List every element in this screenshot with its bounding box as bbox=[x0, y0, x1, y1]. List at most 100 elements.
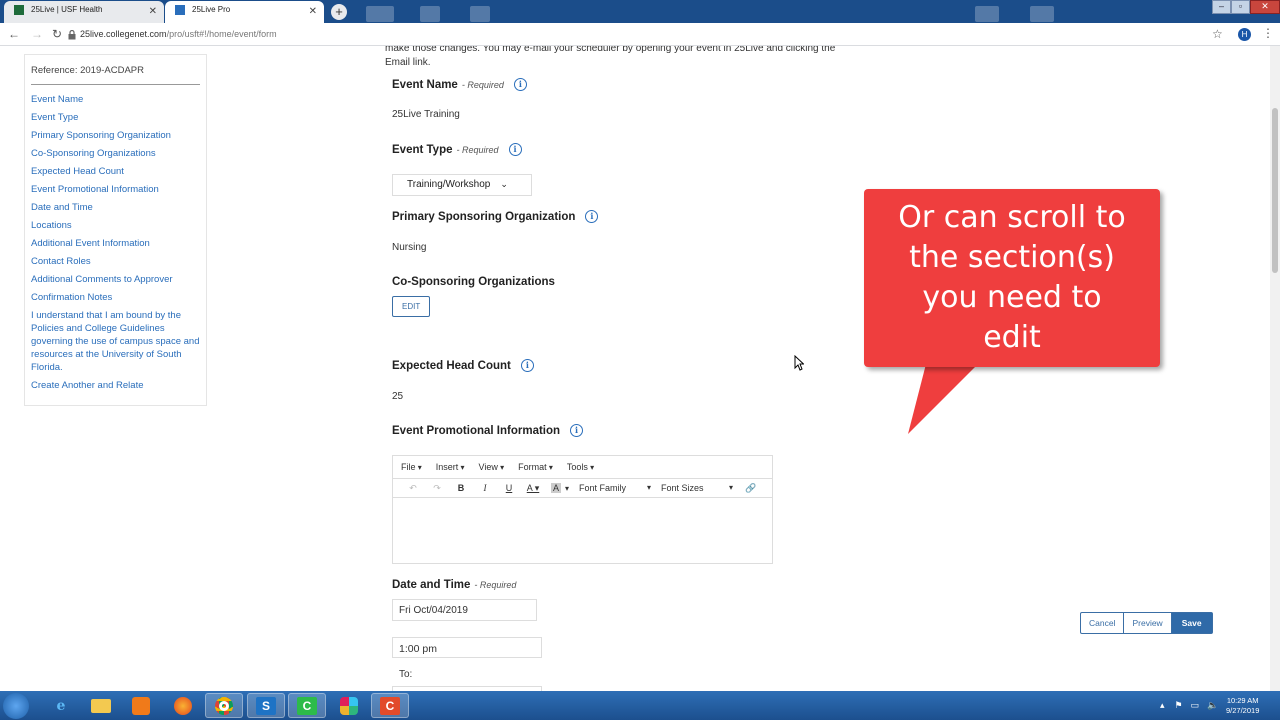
network-icon[interactable]: ▭ bbox=[1191, 700, 1200, 711]
edit-co-sponsoring-button[interactable]: EDIT bbox=[392, 296, 431, 317]
show-hidden-icons-icon[interactable]: ▴ bbox=[1160, 700, 1165, 711]
scrollbar-thumb[interactable] bbox=[1272, 108, 1278, 273]
file-explorer-icon[interactable] bbox=[82, 693, 120, 718]
ie-icon[interactable]: e bbox=[42, 693, 80, 718]
font-family-select[interactable]: Font Family bbox=[579, 483, 651, 493]
info-icon[interactable]: i bbox=[570, 424, 584, 437]
sidebar-item-create-another[interactable]: Create Another and Relate bbox=[31, 379, 200, 392]
page-scrollbar[interactable] bbox=[1270, 46, 1280, 691]
sidebar-item-additional-info[interactable]: Additional Event Information bbox=[31, 237, 200, 250]
sidebar-item-event-name[interactable]: Event Name bbox=[31, 93, 200, 106]
minimize-icon[interactable]: – bbox=[1212, 0, 1231, 14]
back-icon[interactable]: ← bbox=[8, 27, 20, 41]
sidebar-item-co-sponsoring[interactable]: Co-Sponsoring Organizations bbox=[31, 147, 200, 160]
sidebar-item-head-count[interactable]: Expected Head Count bbox=[31, 165, 200, 178]
menu-view[interactable]: View bbox=[479, 462, 505, 472]
promo-info-label: Event Promotional Information i bbox=[392, 424, 584, 437]
required-marker: - Required bbox=[461, 79, 504, 90]
head-count-value[interactable]: 25 bbox=[392, 391, 403, 402]
event-name-value[interactable]: 25Live Training bbox=[392, 109, 460, 120]
bookmark-star-icon[interactable]: ☆ bbox=[1212, 27, 1223, 41]
chevron-down-icon: ⌄ bbox=[500, 179, 508, 189]
label-text: Expected Head Count bbox=[392, 359, 511, 372]
info-icon[interactable]: i bbox=[508, 143, 522, 156]
italic-icon[interactable]: I bbox=[473, 483, 497, 493]
sidebar-item-confirmation[interactable]: Confirmation Notes bbox=[31, 291, 200, 304]
undo-icon[interactable]: ↶ bbox=[401, 483, 425, 494]
chrome-icon[interactable] bbox=[205, 693, 243, 718]
date-input[interactable]: Fri Oct/04/2019 bbox=[392, 599, 537, 621]
menu-format[interactable]: Format bbox=[518, 462, 553, 472]
maximize-icon[interactable]: ▫ bbox=[1231, 0, 1250, 14]
new-tab-button[interactable]: + bbox=[331, 4, 347, 20]
label-text: Event Name bbox=[392, 78, 458, 91]
forward-icon[interactable]: → bbox=[31, 27, 43, 41]
menu-kebab-icon[interactable]: ⋮ bbox=[1262, 26, 1274, 40]
info-icon[interactable]: i bbox=[513, 78, 527, 91]
reference-label: Reference: 2019-ACDAPR bbox=[31, 65, 200, 85]
save-button[interactable]: Save bbox=[1171, 613, 1212, 633]
editor-content-area[interactable] bbox=[393, 498, 772, 564]
primary-org-value[interactable]: Nursing bbox=[392, 242, 426, 253]
sidebar-item-comments[interactable]: Additional Comments to Approver bbox=[31, 273, 200, 286]
tab-title: 25Live Pro bbox=[192, 5, 231, 14]
underline-icon[interactable]: U bbox=[497, 483, 521, 493]
info-icon[interactable]: i bbox=[585, 210, 599, 223]
sidebar-item-primary-org[interactable]: Primary Sponsoring Organization bbox=[31, 129, 200, 142]
flag-icon[interactable]: ⚑ bbox=[1175, 700, 1183, 711]
close-window-icon[interactable]: ✕ bbox=[1250, 0, 1280, 14]
url-host: 25live.collegenet.com bbox=[80, 29, 167, 39]
tab-25live-pro[interactable]: 25Live Pro ✕ bbox=[165, 1, 324, 23]
menu-file[interactable]: File bbox=[401, 462, 422, 472]
sidebar-item-contact-roles[interactable]: Contact Roles bbox=[31, 255, 200, 268]
close-tab-icon[interactable]: ✕ bbox=[309, 6, 317, 17]
desktop-icon bbox=[366, 6, 394, 22]
callout-tail bbox=[908, 364, 978, 434]
redo-icon[interactable]: ↷ bbox=[425, 483, 449, 494]
close-tab-icon[interactable]: ✕ bbox=[149, 6, 157, 17]
menu-tools[interactable]: Tools bbox=[567, 462, 594, 472]
profile-avatar[interactable]: H bbox=[1238, 28, 1251, 41]
sidebar-item-date-time[interactable]: Date and Time bbox=[31, 201, 200, 214]
skype-business-icon[interactable]: S bbox=[247, 693, 285, 718]
start-button[interactable] bbox=[3, 693, 29, 719]
tab-usf-health[interactable]: 25Live | USF Health ✕ bbox=[4, 1, 164, 23]
select-value: Training/Workshop bbox=[407, 179, 491, 190]
sidebar-item-policies[interactable]: I understand that I am bound by the Poli… bbox=[31, 309, 200, 374]
intro-line: make those changes. You may e-mail your … bbox=[385, 46, 836, 54]
slack-icon[interactable] bbox=[330, 693, 368, 718]
preview-button[interactable]: Preview bbox=[1124, 613, 1172, 633]
taskbar-clock[interactable]: 10:29 AM 9/27/2019 bbox=[1226, 696, 1259, 716]
bold-icon[interactable]: B bbox=[449, 483, 473, 493]
link-icon[interactable]: 🔗 bbox=[739, 483, 763, 494]
sidebar-item-locations[interactable]: Locations bbox=[31, 219, 200, 232]
co-sponsoring-label: Co-Sponsoring Organizations bbox=[392, 276, 555, 288]
sidebar-item-promo-info[interactable]: Event Promotional Information bbox=[31, 183, 200, 196]
desktop-icon bbox=[470, 6, 490, 22]
label-text: Primary Sponsoring Organization bbox=[392, 210, 576, 223]
camtasia-recorder-icon[interactable]: C bbox=[371, 693, 409, 718]
required-marker: - Required bbox=[456, 144, 499, 155]
url-field[interactable]: 25live.collegenet.com/pro/usft#!/home/ev… bbox=[80, 29, 277, 39]
event-type-label: Event Type - Required i bbox=[392, 143, 522, 156]
cancel-button[interactable]: Cancel bbox=[1081, 613, 1125, 633]
tab-title: 25Live | USF Health bbox=[31, 5, 103, 14]
start-time-input[interactable]: 1:00 pm bbox=[392, 637, 542, 658]
background-color-chevron-icon[interactable]: ▾ bbox=[565, 484, 569, 493]
font-sizes-select[interactable]: Font Sizes bbox=[661, 483, 733, 493]
date-time-label: Date and Time - Required bbox=[392, 579, 516, 591]
text-color-icon[interactable]: A ▾ bbox=[521, 483, 545, 494]
event-type-select[interactable]: Training/Workshop ⌄ bbox=[392, 174, 532, 196]
form-actions: Cancel Preview Save bbox=[1080, 612, 1213, 634]
volume-icon[interactable]: 🔈 bbox=[1207, 700, 1218, 711]
menu-insert[interactable]: Insert bbox=[436, 462, 465, 472]
firefox-icon[interactable] bbox=[164, 693, 202, 718]
info-icon[interactable]: i bbox=[520, 359, 534, 372]
media-player-icon[interactable] bbox=[122, 693, 160, 718]
to-label: To: bbox=[399, 669, 413, 680]
reload-icon[interactable]: ↻ bbox=[52, 27, 62, 41]
window-controls: – ▫ ✕ bbox=[1212, 0, 1280, 14]
camtasia-icon[interactable]: C bbox=[288, 693, 326, 718]
background-color-icon[interactable]: A bbox=[551, 483, 561, 493]
sidebar-item-event-type[interactable]: Event Type bbox=[31, 111, 200, 124]
